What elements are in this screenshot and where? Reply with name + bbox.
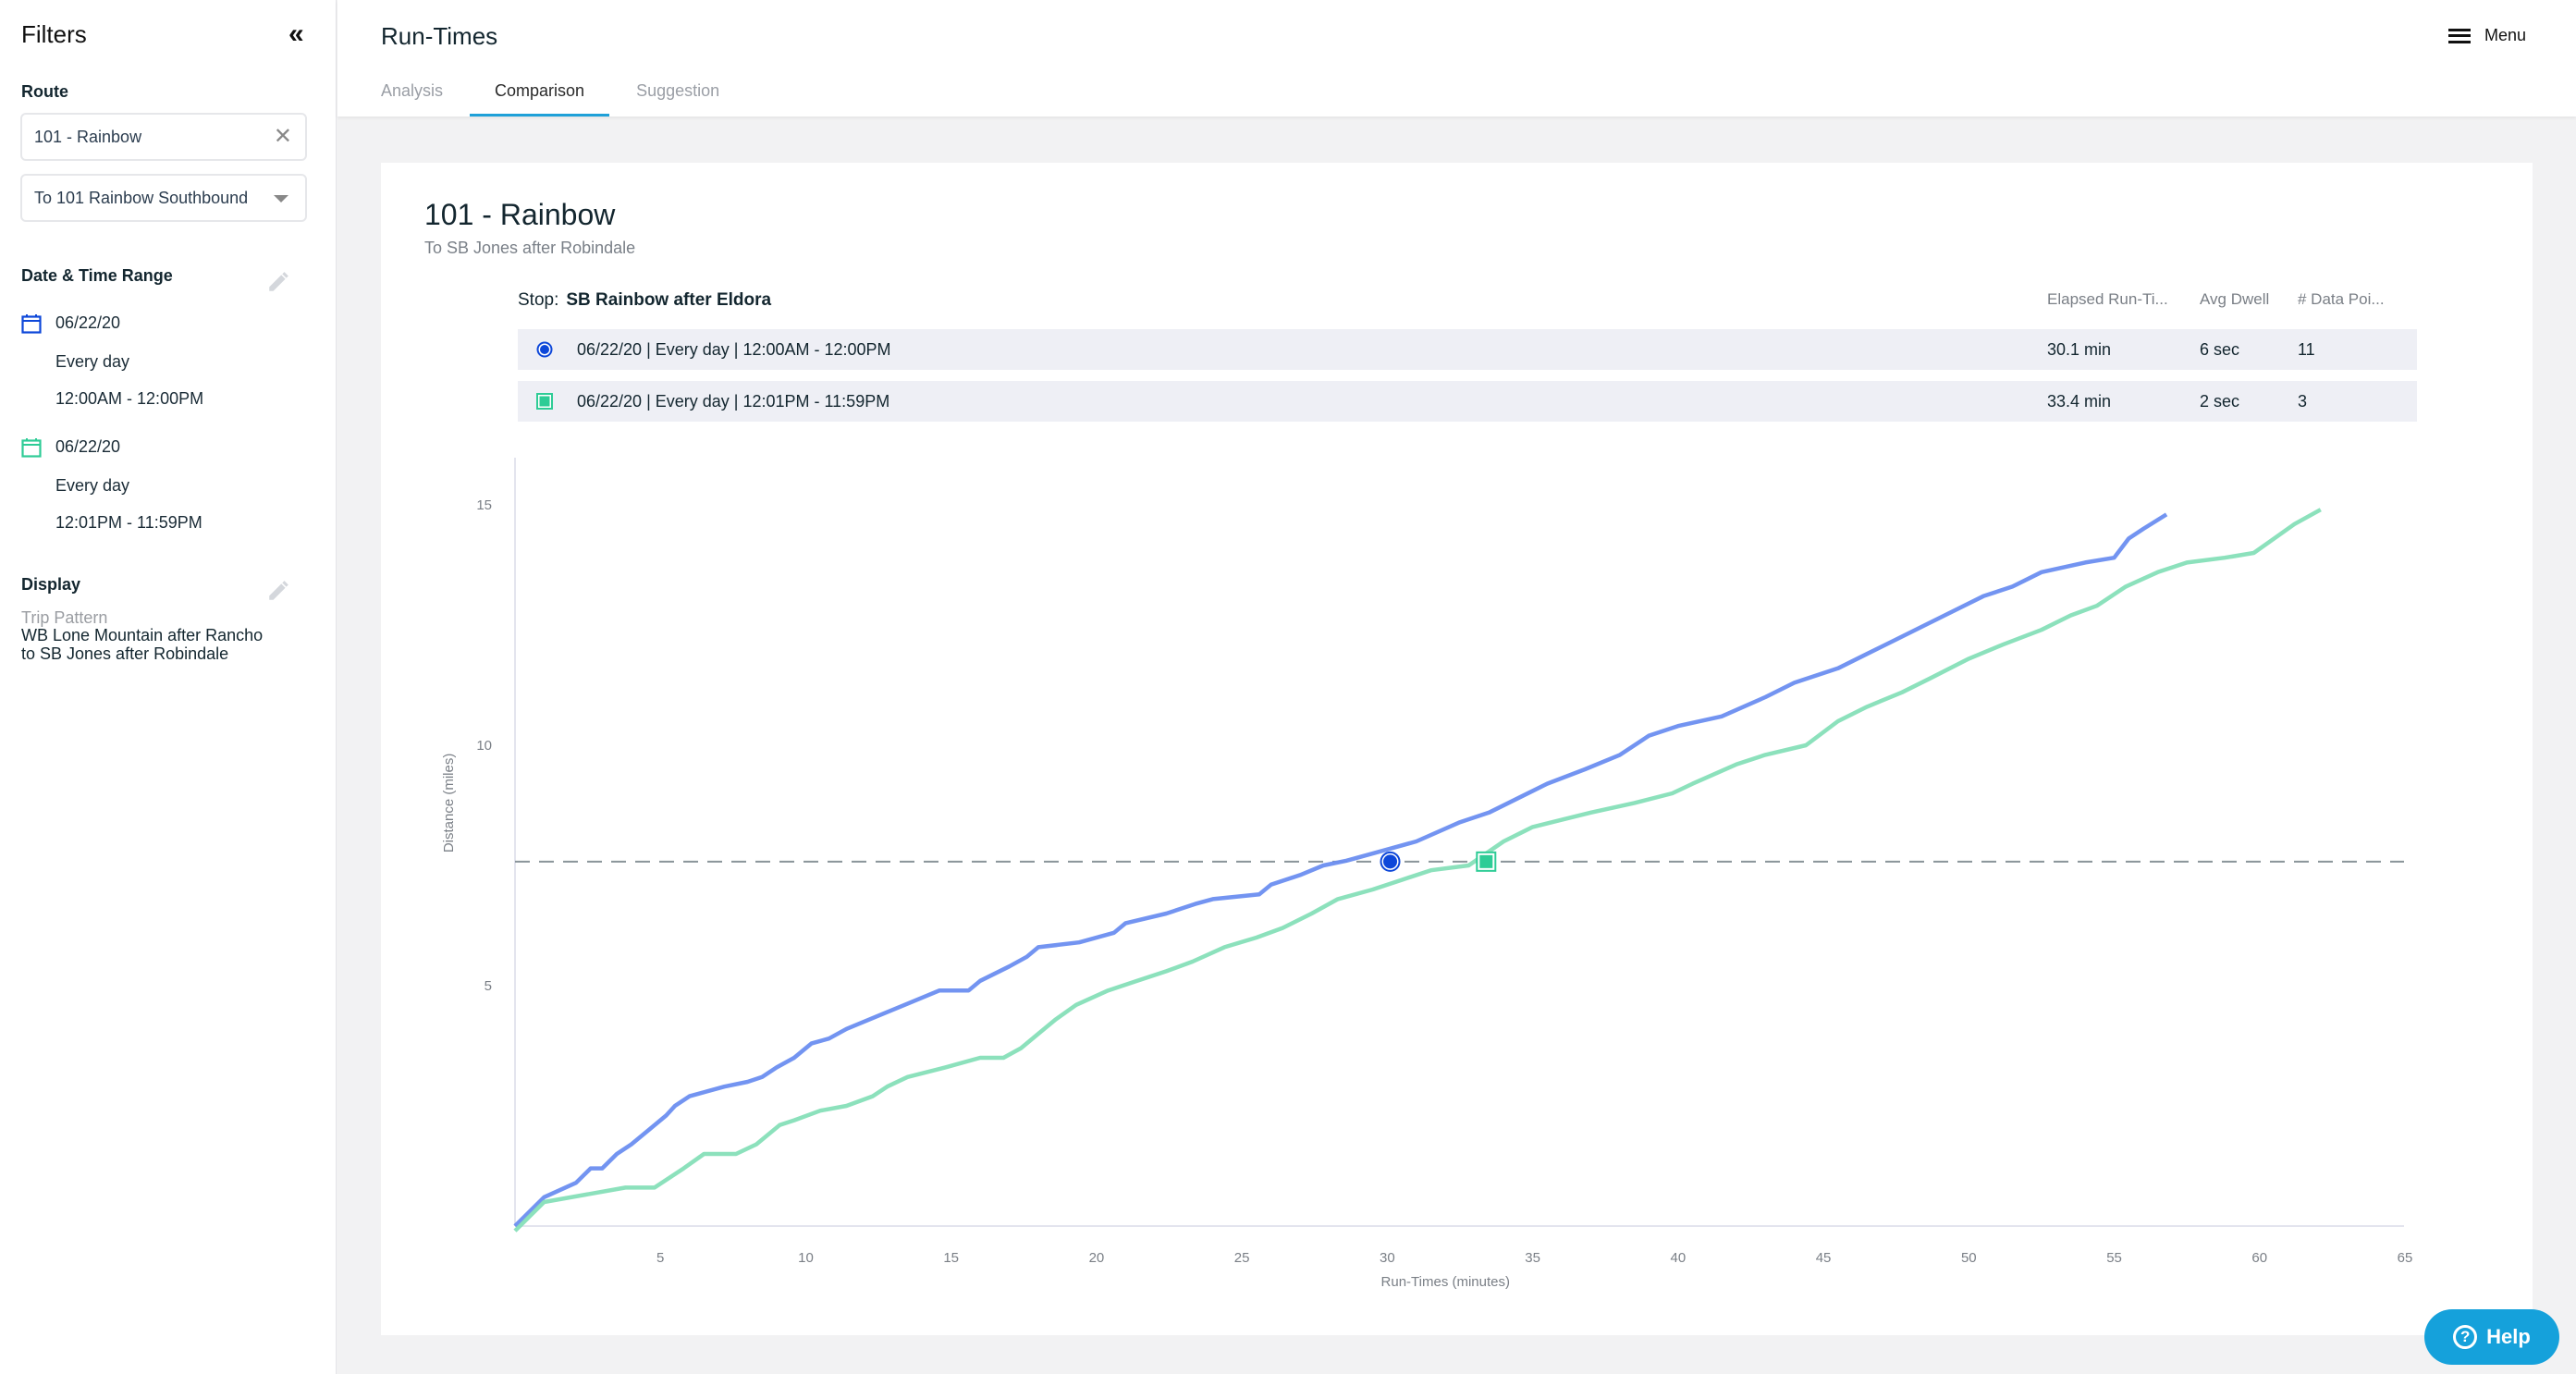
series-line-2 <box>513 508 2322 1233</box>
y-axis-label: Distance (miles) <box>441 754 457 853</box>
x-axis-label: Run-Times (minutes) <box>1381 1274 1510 1290</box>
x-tick-label: 50 <box>1961 1250 1977 1266</box>
chart-ticks: 5 10 15 20 25 30 35 40 45 50 55 60 65 5 10 15 <box>476 497 2412 1266</box>
runtime-distance-chart: 5 10 15 20 25 30 35 40 45 50 55 60 65 5 10 15 Run-Times… <box>441 458 2412 1290</box>
x-tick-label: 55 <box>2106 1250 2122 1266</box>
chart-axes <box>514 458 2404 1227</box>
x-tick-label: 5 <box>656 1250 664 1266</box>
x-tick-label: 10 <box>798 1250 814 1266</box>
x-tick-label: 25 <box>1234 1250 1250 1266</box>
x-tick-label: 40 <box>1671 1250 1687 1266</box>
stop-marker-square-fill <box>1479 854 1493 868</box>
help-label: Help <box>2486 1325 2531 1348</box>
stop-marker-circle-fill <box>1383 854 1398 869</box>
x-tick-label: 60 <box>2251 1250 2267 1266</box>
y-tick-label: 10 <box>476 738 492 754</box>
x-tick-label: 45 <box>1816 1250 1832 1266</box>
y-tick-label: 15 <box>476 497 492 513</box>
help-button[interactable]: ? Help <box>2424 1309 2559 1365</box>
x-tick-label: 30 <box>1380 1250 1395 1266</box>
question-circle-icon: ? <box>2453 1325 2478 1349</box>
series-line-1 <box>513 512 2168 1228</box>
x-tick-label: 20 <box>1089 1250 1105 1266</box>
y-tick-label: 5 <box>485 978 492 994</box>
x-tick-label: 35 <box>1525 1250 1540 1266</box>
chart-series <box>513 508 2322 1233</box>
x-tick-label: 15 <box>943 1250 959 1266</box>
x-tick-label: 65 <box>2398 1250 2413 1266</box>
